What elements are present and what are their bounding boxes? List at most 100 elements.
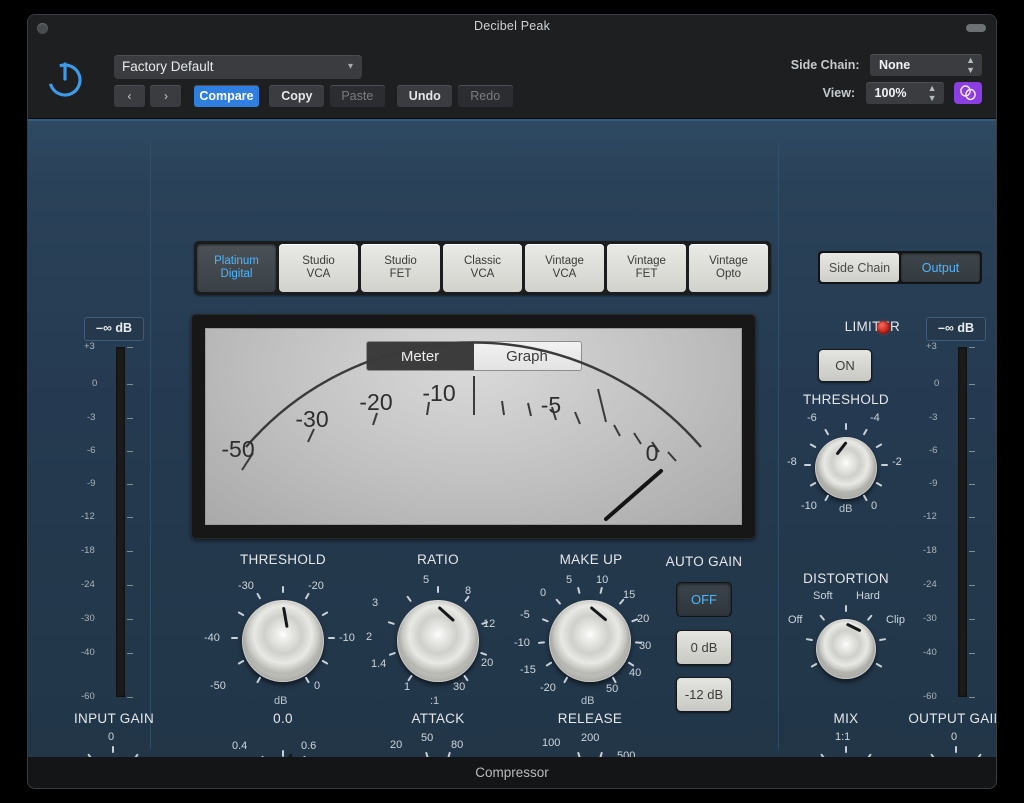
ratio-label-12: 12 bbox=[483, 618, 496, 630]
output-meter-scale: +3 0 -3 -6 -9 -12 -18 -24 -30 -40 -60 bbox=[920, 341, 975, 703]
lim-threshold-label--2: -2 bbox=[892, 456, 902, 468]
undo-button[interactable]: Undo bbox=[397, 85, 453, 107]
ratio-label: RATIO bbox=[417, 552, 459, 567]
make-up-label--5: -5 bbox=[520, 609, 530, 621]
threshold-label--30: -30 bbox=[238, 580, 254, 592]
threshold-label--40: -40 bbox=[204, 632, 220, 644]
side-chain-select[interactable]: None ▲ ▼ bbox=[870, 54, 982, 76]
preset-selector[interactable]: Factory Default ▾ bbox=[114, 55, 362, 79]
model-tab-studio-vca[interactable]: Studio VCA bbox=[279, 244, 358, 292]
knob-tick bbox=[845, 746, 847, 753]
knob-tick bbox=[875, 481, 883, 487]
input-gain-center-label: 0 bbox=[108, 731, 115, 743]
knob-tick bbox=[824, 428, 830, 436]
make-up-label-50: 50 bbox=[606, 683, 619, 695]
knob-tick bbox=[881, 464, 888, 466]
sidechain-output-toggle: Side Chain Output bbox=[818, 251, 982, 284]
knob-tick bbox=[845, 605, 847, 612]
vu-needle bbox=[604, 469, 663, 521]
model-tab-vintage-vca[interactable]: Vintage VCA bbox=[525, 244, 604, 292]
power-button[interactable] bbox=[43, 57, 87, 101]
window-title: Decibel Peak bbox=[473, 19, 551, 33]
output-meter-readout: –∞ dB bbox=[926, 317, 986, 341]
make-up-label-40: 40 bbox=[629, 667, 642, 679]
vu-scale-graphic: -50 -30 -20 -10 -5 0 bbox=[221, 341, 702, 521]
view-value: 100% bbox=[874, 86, 907, 100]
knob-tick bbox=[845, 423, 847, 430]
view-label: View: bbox=[822, 86, 856, 100]
lim-threshold-label--6: -6 bbox=[807, 412, 817, 424]
svg-text:-30: -30 bbox=[295, 406, 328, 432]
header-button-row: ‹ › Compare Copy Paste Undo Redo bbox=[114, 85, 519, 107]
link-button[interactable] bbox=[954, 82, 982, 104]
threshold-label-0: 0 bbox=[314, 680, 321, 692]
input-meter-readout: –∞ dB bbox=[84, 317, 144, 341]
knob-tick bbox=[480, 651, 488, 656]
model-tab-classic-vca[interactable]: Classic VCA bbox=[443, 244, 522, 292]
distortion-knob[interactable] bbox=[805, 605, 887, 685]
knob-tick bbox=[867, 613, 874, 621]
svg-text:-10: -10 bbox=[422, 380, 455, 406]
knob-tick bbox=[810, 662, 818, 668]
redo-button[interactable]: Redo bbox=[457, 85, 513, 107]
auto-gain-off-button[interactable]: OFF bbox=[676, 582, 732, 617]
next-preset-button[interactable]: › bbox=[150, 85, 182, 107]
distortion-label-off: Off bbox=[788, 614, 803, 626]
prev-preset-button[interactable]: ‹ bbox=[114, 85, 145, 107]
release-label-200: 200 bbox=[581, 732, 600, 744]
auto-gain-minus12db-button[interactable]: -12 dB bbox=[676, 677, 732, 712]
compare-button[interactable]: Compare bbox=[193, 85, 259, 107]
view-select[interactable]: 100% ▲ ▼ bbox=[865, 82, 944, 104]
threshold-unit: dB bbox=[274, 695, 288, 707]
make-up-label-20: 20 bbox=[637, 613, 650, 625]
threshold-knob[interactable] bbox=[231, 586, 335, 688]
title-bar: Decibel Peak bbox=[28, 15, 996, 41]
preset-value: Factory Default bbox=[122, 59, 214, 74]
knob-tick bbox=[406, 595, 413, 603]
plugin-header: Factory Default ▾ ‹ › Compare Copy Paste… bbox=[28, 41, 996, 119]
distortion-label-soft: Soft bbox=[813, 590, 833, 602]
knee-label-0-6: 0.6 bbox=[301, 740, 317, 752]
output-gain-label: OUTPUT GAIN bbox=[908, 711, 996, 726]
window-resize-handle[interactable] bbox=[966, 24, 986, 32]
tab-side-chain[interactable]: Side Chain bbox=[820, 253, 899, 282]
knob-tick bbox=[538, 641, 546, 644]
ratio-knob[interactable] bbox=[388, 586, 488, 688]
distortion-label: DISTORTION bbox=[803, 571, 889, 586]
auto-gain-0db-button[interactable]: 0 dB bbox=[676, 630, 732, 665]
input-meter[interactable]: +3 0 -3 -6 -9 -12 -18 -24 -30 -40 -60 bbox=[78, 341, 168, 702]
model-tab-studio-fet[interactable]: Studio FET bbox=[361, 244, 440, 292]
stepper-down-icon: ▼ bbox=[927, 93, 937, 103]
ratio-label-1-4: 1.4 bbox=[371, 658, 387, 670]
model-tab-group: Platinum Digital Studio VCA Studio FET C… bbox=[194, 241, 771, 295]
make-up-knob[interactable] bbox=[538, 587, 642, 688]
header-right-controls: Side Chain: None ▲ ▼ View: 100% ▲ ▼ bbox=[762, 53, 982, 109]
lim-threshold-label--8: -8 bbox=[787, 456, 797, 468]
stepper-up-icon: ▲ bbox=[927, 83, 937, 93]
svg-text:0: 0 bbox=[646, 440, 659, 466]
limiter-threshold-label: THRESHOLD bbox=[803, 392, 889, 407]
model-tab-vintage-fet[interactable]: Vintage FET bbox=[607, 244, 686, 292]
knob-tick bbox=[231, 637, 238, 639]
ratio-unit: :1 bbox=[430, 695, 440, 707]
knob-tick bbox=[879, 637, 887, 642]
knee-value-label: 0.0 bbox=[273, 711, 293, 726]
model-tab-platinum-digital[interactable]: Platinum Digital bbox=[197, 244, 276, 292]
input-gain-label: INPUT GAIN bbox=[73, 711, 154, 726]
limiter-threshold-knob[interactable] bbox=[804, 423, 888, 505]
tab-output[interactable]: Output bbox=[901, 253, 980, 282]
paste-button[interactable]: Paste bbox=[329, 85, 385, 107]
knob-tick bbox=[563, 676, 569, 684]
copy-button[interactable]: Copy bbox=[269, 85, 325, 107]
model-tab-vintage-opto[interactable]: Vintage Opto bbox=[689, 244, 768, 292]
lim-threshold-unit: dB bbox=[839, 503, 853, 515]
limiter-on-button[interactable]: ON bbox=[818, 349, 872, 382]
attack-label-80: 80 bbox=[451, 739, 464, 751]
ratio-label-5: 5 bbox=[423, 574, 430, 586]
plugin-body: Platinum Digital Studio VCA Studio FET C… bbox=[28, 119, 996, 788]
knob-tick bbox=[304, 592, 310, 600]
knob-tick bbox=[237, 611, 245, 617]
output-meter[interactable]: +3 0 -3 -6 -9 -12 -18 -24 -30 -40 -60 bbox=[920, 341, 996, 702]
release-label: RELEASE bbox=[557, 711, 623, 726]
ratio-label-8: 8 bbox=[465, 585, 472, 597]
